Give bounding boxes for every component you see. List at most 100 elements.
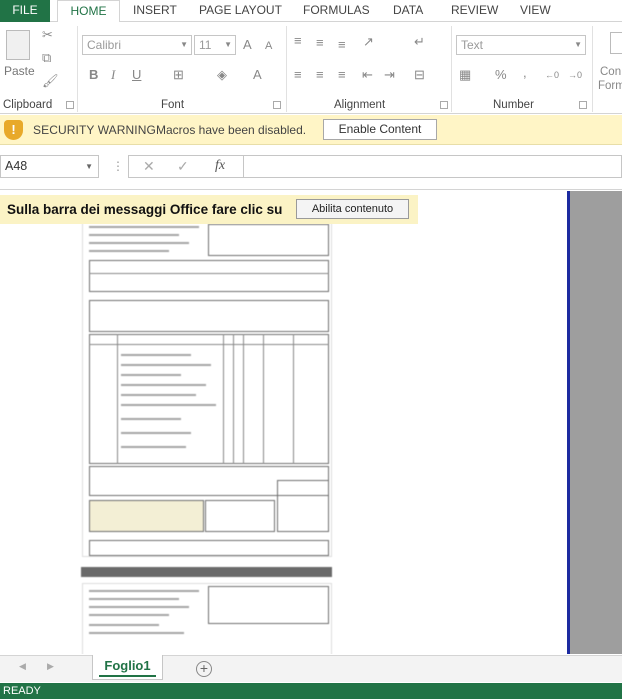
doc-text-line xyxy=(89,234,179,236)
doc-text-line xyxy=(89,590,199,592)
security-warning-message: Macros have been disabled. xyxy=(156,123,307,137)
doc-rule xyxy=(243,334,244,464)
orientation-icon[interactable]: ↗ xyxy=(363,35,374,49)
group-divider xyxy=(451,26,452,112)
italic-button[interactable]: I xyxy=(111,68,115,82)
doc-rule xyxy=(263,334,264,464)
font-name-value: Calibri xyxy=(87,38,122,52)
tab-insert[interactable]: INSERT xyxy=(133,0,177,22)
tab-file[interactable]: FILE xyxy=(0,0,50,22)
doc-rule xyxy=(233,334,234,464)
format-painter-icon[interactable]: 🖌 xyxy=(42,74,59,88)
group-divider xyxy=(592,26,593,112)
security-warning-bar: ! SECURITY WARNING Macros have been disa… xyxy=(0,115,622,145)
number-format-combo[interactable]: Text ▼ xyxy=(456,35,586,55)
wrap-text-icon[interactable]: ↵ xyxy=(414,35,425,49)
clipboard-launcher-icon[interactable] xyxy=(66,101,74,109)
doc-text-line xyxy=(121,384,206,386)
prev-sheet-icon[interactable]: ◀ xyxy=(19,661,26,672)
enter-icon[interactable]: ✓ xyxy=(177,158,189,175)
doc-box xyxy=(277,480,329,532)
next-sheet-icon[interactable]: ▶ xyxy=(47,661,54,672)
number-format-value: Text xyxy=(461,38,484,52)
tab-formulas[interactable]: FORMULAS xyxy=(303,0,370,22)
comma-style-button[interactable]: , xyxy=(523,66,527,80)
conditional-formatting-label-line2[interactable]: Form xyxy=(598,79,622,93)
tab-home[interactable]: HOME xyxy=(57,0,120,23)
font-size-combo[interactable]: 11 ▼ xyxy=(194,35,236,55)
accounting-format-icon[interactable]: ▦ xyxy=(459,68,471,82)
cut-icon[interactable]: ✂ xyxy=(42,28,53,42)
formula-input[interactable] xyxy=(243,155,622,178)
doc-text-line xyxy=(89,242,189,244)
decrease-decimal-icon[interactable]: →0 xyxy=(568,68,582,82)
align-top-icon[interactable]: ≡ xyxy=(294,34,302,48)
doc-box xyxy=(208,586,329,624)
align-right-icon[interactable]: ≡ xyxy=(338,68,346,82)
percent-button[interactable]: % xyxy=(495,68,507,82)
align-bottom-icon[interactable]: ≡ xyxy=(338,38,346,52)
doc-text-line xyxy=(89,250,169,252)
shrink-font-button[interactable]: A xyxy=(265,39,272,53)
doc-box xyxy=(208,224,329,256)
font-launcher-icon[interactable] xyxy=(273,101,281,109)
font-size-value: 11 xyxy=(199,38,212,52)
decrease-indent-icon[interactable]: ⇤ xyxy=(362,68,373,82)
paste-button[interactable]: Paste xyxy=(4,64,35,78)
status-bar: READY xyxy=(0,683,622,699)
align-left-icon[interactable]: ≡ xyxy=(294,68,302,82)
bold-button[interactable]: B xyxy=(89,68,98,82)
abilita-contenuto-button[interactable]: Abilita contenuto xyxy=(296,199,409,219)
conditional-formatting-icon[interactable] xyxy=(610,32,622,54)
doc-text-line xyxy=(121,418,181,420)
font-group-label: Font xyxy=(161,99,185,111)
group-divider xyxy=(77,26,78,112)
doc-text-line xyxy=(89,632,184,634)
tab-review[interactable]: REVIEW xyxy=(451,0,498,22)
align-middle-icon[interactable]: ≡ xyxy=(316,36,324,50)
worksheet-area[interactable]: Sulla barra dei messaggi Office fare cli… xyxy=(0,191,567,654)
chevron-down-icon: ▼ xyxy=(224,40,232,49)
number-launcher-icon[interactable] xyxy=(579,101,587,109)
ribbon-tab-bar: FILE HOME INSERT PAGE LAYOUT FORMULAS DA… xyxy=(0,0,622,23)
add-sheet-icon[interactable]: + xyxy=(196,661,212,677)
tab-page-layout[interactable]: PAGE LAYOUT xyxy=(199,0,282,22)
status-text: READY xyxy=(3,685,41,697)
sheet-tab-foglio1[interactable]: Foglio1 xyxy=(92,655,163,680)
paste-icon[interactable] xyxy=(6,30,30,60)
doc-rule xyxy=(223,334,224,464)
align-center-icon[interactable]: ≡ xyxy=(316,68,324,82)
security-warning-title: SECURITY WARNING xyxy=(33,123,156,137)
doc-text-line xyxy=(121,364,211,366)
tab-view[interactable]: VIEW xyxy=(520,0,551,22)
font-color-button[interactable]: A xyxy=(253,68,262,82)
doc-text-line xyxy=(89,624,159,626)
conditional-formatting-label-line1[interactable]: Con xyxy=(600,65,621,79)
insert-function-button[interactable]: fx xyxy=(215,158,225,174)
doc-rule xyxy=(89,273,329,274)
doc-text-line xyxy=(89,606,189,608)
doc-text-line xyxy=(121,432,191,434)
alignment-launcher-icon[interactable] xyxy=(440,101,448,109)
increase-indent-icon[interactable]: ⇥ xyxy=(384,68,395,82)
cancel-icon[interactable]: ✕ xyxy=(143,158,155,175)
enable-content-button[interactable]: Enable Content xyxy=(323,119,437,140)
sheet-tab-bar: ◀ ▶ Foglio1 + xyxy=(0,655,622,682)
name-box-value: A48 xyxy=(5,159,28,173)
name-box[interactable]: A48 ▼ xyxy=(0,155,99,178)
font-name-combo[interactable]: Calibri ▼ xyxy=(82,35,192,55)
underline-button[interactable]: U xyxy=(132,68,141,82)
formula-bar: A48 ▼ ⋮ ✕ ✓ fx xyxy=(0,146,622,190)
fill-color-icon[interactable]: ◈ xyxy=(217,68,227,82)
grow-font-button[interactable]: A xyxy=(243,38,252,52)
tab-data[interactable]: DATA xyxy=(393,0,423,22)
group-divider xyxy=(286,26,287,112)
increase-decimal-icon[interactable]: ←0 xyxy=(545,68,559,82)
borders-icon[interactable]: ⊞ xyxy=(173,68,184,82)
copy-icon[interactable]: ⧉ xyxy=(42,51,51,65)
scanned-invoice-image xyxy=(82,221,332,557)
scanned-invoice-image xyxy=(82,583,332,654)
merge-center-icon[interactable]: ⊟ xyxy=(414,68,425,82)
more-options-icon[interactable]: ⋮ xyxy=(112,159,124,173)
doc-text-line xyxy=(89,614,169,616)
